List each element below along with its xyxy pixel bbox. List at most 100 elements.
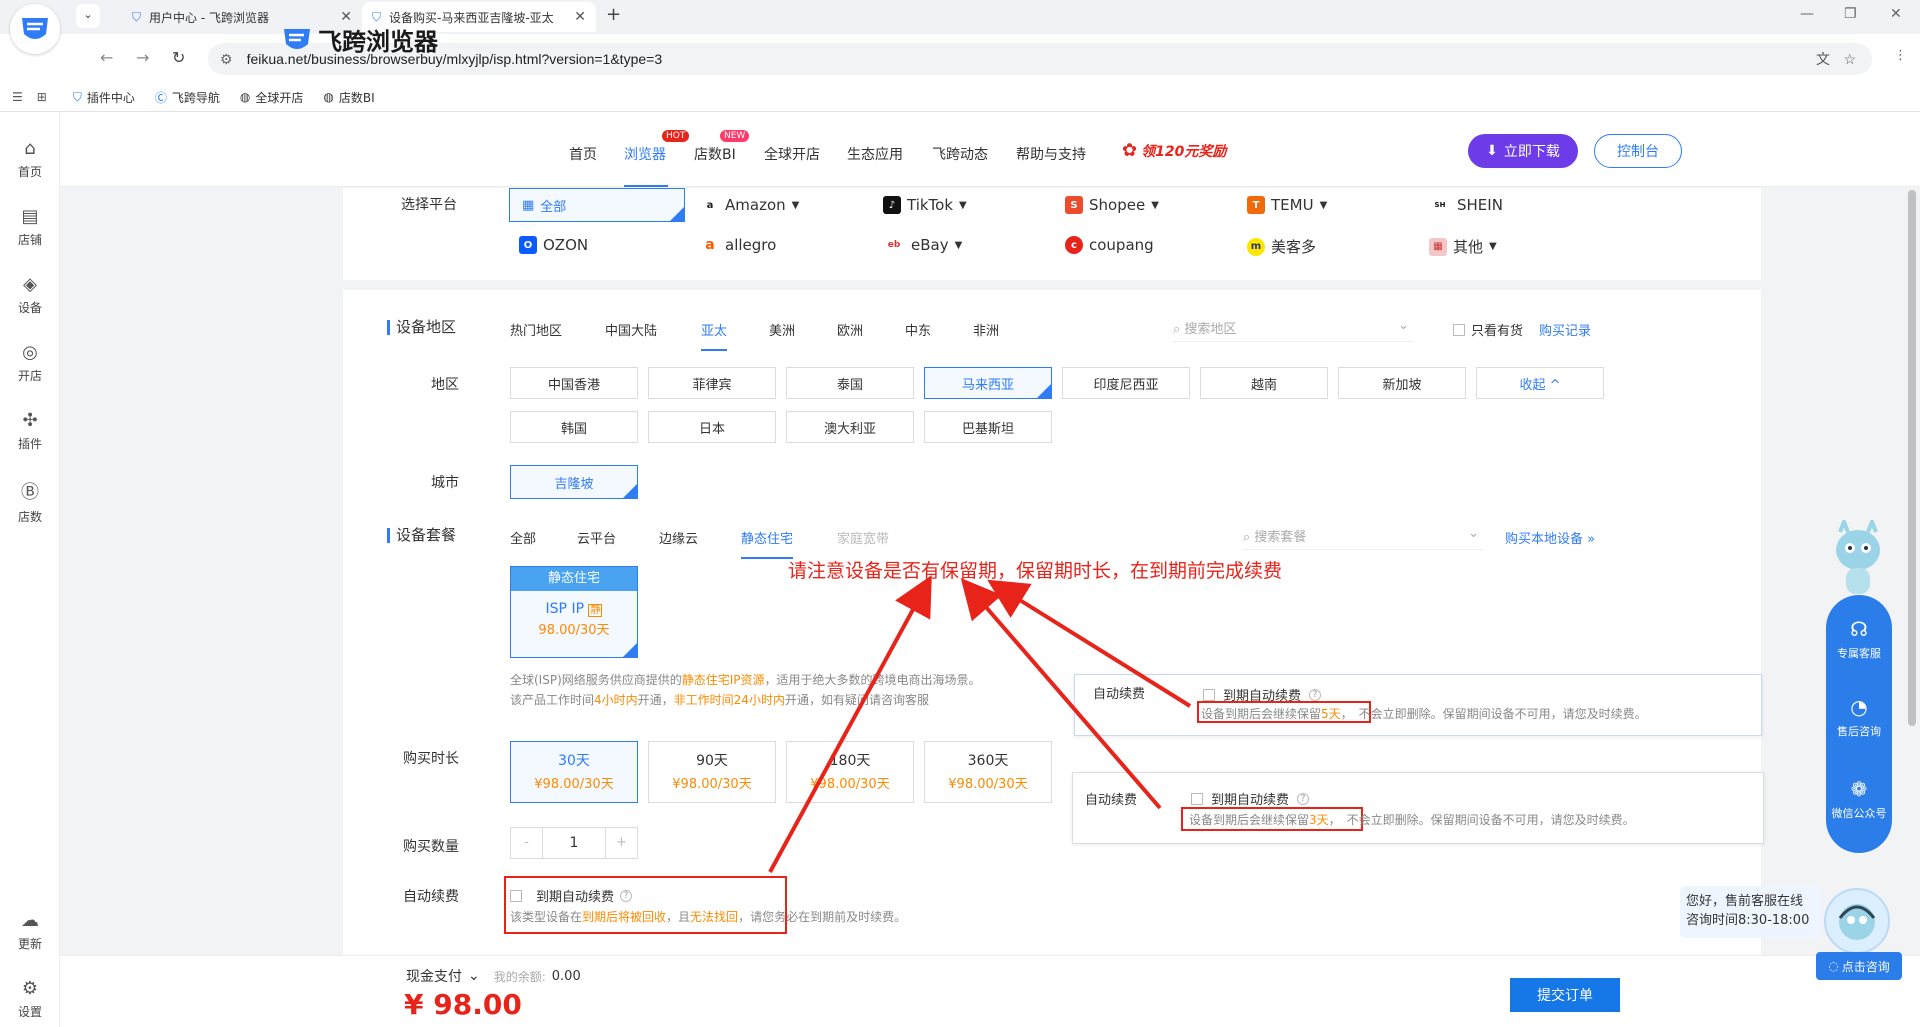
submit-order-button[interactable]: 提交订单 (1510, 978, 1620, 1012)
nav-bi[interactable]: 店数BI (694, 144, 736, 164)
platform-other[interactable]: ▦ 其他 ▼ (1429, 236, 1497, 257)
area-australia[interactable]: 澳大利亚 (786, 411, 914, 443)
collapse-button[interactable]: 收起 ^ (1476, 367, 1604, 399)
package-card-isp[interactable]: 静态住宅 ISP IP 静 98.00/30天 (510, 566, 638, 658)
package-tab-all[interactable]: 全部 (510, 528, 536, 547)
platform-shein[interactable]: SH SHEIN (1429, 196, 1503, 214)
platform-all[interactable]: ▦ 全部 (509, 188, 685, 222)
nav-home[interactable]: 首页 (569, 144, 597, 164)
autorenew-checkbox[interactable] (510, 889, 522, 902)
sidebar-item-open-store[interactable]: ◎ 开店 (0, 342, 60, 384)
nav-ecosystem[interactable]: 生态应用 (847, 144, 903, 164)
platform-ozon[interactable]: O OZON (519, 236, 588, 254)
translate-icon[interactable]: 文 (1816, 49, 1830, 69)
nav-browser[interactable]: 浏览器 (624, 144, 666, 164)
region-tab-africa[interactable]: 非洲 (973, 320, 999, 339)
popup-checkbox-row[interactable]: 到期自动续费? (1191, 789, 1310, 808)
region-tab-china[interactable]: 中国大陆 (605, 320, 657, 339)
platform-coupang[interactable]: c coupang (1065, 236, 1154, 254)
platform-mercado[interactable]: m 美客多 (1247, 236, 1316, 257)
region-tab-middle-east[interactable]: 中东 (905, 320, 931, 339)
quantity-plus-button[interactable]: + (605, 828, 637, 858)
quantity-input[interactable]: 1 (543, 828, 605, 858)
package-search-input[interactable]: ⌕ 搜索套餐 ⌄ (1243, 526, 1483, 550)
site-logo[interactable]: 飞跨浏览器 (282, 22, 438, 57)
area-philippines[interactable]: 菲律宾 (648, 367, 776, 399)
help-icon[interactable]: ? (620, 889, 633, 902)
sidebar-toggle-icon[interactable]: ☰ (12, 90, 23, 104)
promo-banner[interactable]: ✿ 领120元奖励 (1122, 140, 1226, 161)
area-malaysia[interactable]: 马来西亚 (924, 367, 1052, 399)
reload-icon[interactable]: ↻ (172, 48, 185, 67)
pay-method-select[interactable]: 现金支付 ⌄ 我的余额: 0.00 (406, 966, 581, 986)
purchase-history-link[interactable]: 购买记录 (1539, 320, 1591, 339)
consult-button[interactable]: ◌ 点击咨询 (1816, 952, 1902, 980)
platform-allegro[interactable]: a allegro (701, 236, 776, 254)
area-singapore[interactable]: 新加坡 (1338, 367, 1466, 399)
in-stock-checkbox[interactable] (1453, 323, 1465, 336)
package-tab-home-broadband[interactable]: 家庭宽带 (837, 528, 889, 547)
region-tab-apac[interactable]: 亚太 (701, 320, 728, 351)
download-button[interactable]: ⬇ 立即下载 (1468, 134, 1578, 168)
region-tab-europe[interactable]: 欧洲 (837, 320, 863, 339)
bookmark-star-icon[interactable]: ☆ (1843, 51, 1856, 68)
dedicated-service-button[interactable]: ☊ 专属客服 (1826, 617, 1892, 661)
autorenew-checkbox-row[interactable]: 到期自动续费 ? (510, 886, 633, 905)
bookmark-bi[interactable]: ◍ 店数BI (323, 89, 374, 106)
area-korea[interactable]: 韩国 (510, 411, 638, 443)
close-window-icon[interactable]: ✕ (1890, 6, 1902, 22)
site-info-icon[interactable]: ⚙ (220, 51, 233, 68)
new-tab-button[interactable]: + (606, 4, 621, 25)
popup-checkbox[interactable] (1191, 792, 1203, 805)
platform-ebay[interactable]: eb eBay ▼ (883, 236, 963, 254)
sidebar-item-device[interactable]: ◈ 设备 (0, 274, 60, 316)
in-stock-filter[interactable]: 只看有货 购买记录 (1453, 320, 1591, 339)
platform-amazon[interactable]: a Amazon ▼ (701, 196, 800, 214)
area-indonesia[interactable]: 印度尼西亚 (1062, 367, 1190, 399)
package-tab-cloud[interactable]: 云平台 (577, 528, 616, 547)
wechat-button[interactable]: ❁ 微信公众号 (1826, 777, 1892, 821)
back-icon[interactable]: ← (100, 48, 113, 67)
help-icon[interactable]: ? (1297, 792, 1310, 805)
package-tab-edge[interactable]: 边缘云 (659, 528, 698, 547)
duration-360[interactable]: 360天 ¥98.00/30天 (924, 741, 1052, 803)
nav-news[interactable]: 飞跨动态 (932, 144, 988, 164)
minimize-icon[interactable]: — (1800, 6, 1814, 22)
menu-icon[interactable]: ⋮ (1894, 48, 1907, 63)
package-tab-static-residential[interactable]: 静态住宅 (741, 528, 794, 559)
sidebar-item-update[interactable]: ☁ 更新 (0, 910, 60, 952)
bookmark-plugin-center[interactable]: ⛉ 插件中心 (73, 89, 135, 106)
help-icon[interactable]: ? (1309, 688, 1322, 701)
sidebar-item-bi[interactable]: Ⓑ 店数 (0, 478, 60, 525)
region-tab-america[interactable]: 美洲 (769, 320, 795, 339)
address-bar[interactable]: ⚙ feikua.net/business/browserbuy/mlxyjlp… (208, 43, 1872, 75)
close-tab-icon[interactable]: ✕ (574, 9, 586, 25)
page-scrollbar[interactable] (1908, 190, 1916, 726)
nav-global-store[interactable]: 全球开店 (764, 144, 820, 164)
sidebar-item-home[interactable]: ⌂ 首页 (0, 138, 60, 180)
bookmark-global-store[interactable]: ◍ 全球开店 (240, 89, 304, 106)
region-search-input[interactable]: ⌕ 搜索地区 ⌄ (1173, 318, 1413, 342)
buy-local-device-link[interactable]: 购买本地设备 » (1505, 528, 1595, 547)
console-button[interactable]: 控制台 (1594, 134, 1682, 168)
city-kuala-lumpur[interactable]: 吉隆坡 (510, 465, 638, 499)
forward-icon[interactable]: → (136, 48, 149, 67)
sidebar-item-plugins[interactable]: ✣ 插件 (0, 410, 60, 452)
duration-180[interactable]: 180天 ¥98.00/30天 (786, 741, 914, 803)
platform-temu[interactable]: T TEMU ▼ (1247, 196, 1327, 214)
bookmark-feikua-nav[interactable]: Ⓒ 飞跨导航 (155, 89, 220, 106)
popup-checkbox[interactable] (1203, 688, 1215, 701)
aftersales-button[interactable]: ◔ 售后咨询 (1826, 695, 1892, 739)
duration-30[interactable]: 30天 ¥98.00/30天 (510, 741, 638, 803)
area-japan[interactable]: 日本 (648, 411, 776, 443)
tab-list-dropdown[interactable]: ⌄ (76, 4, 100, 28)
apps-grid-icon[interactable]: ⊞ (37, 90, 47, 104)
nav-help[interactable]: 帮助与支持 (1016, 144, 1086, 164)
area-pakistan[interactable]: 巴基斯坦 (924, 411, 1052, 443)
duration-90[interactable]: 90天 ¥98.00/30天 (648, 741, 776, 803)
area-vietnam[interactable]: 越南 (1200, 367, 1328, 399)
restore-icon[interactable]: ❐ (1844, 6, 1857, 22)
area-hongkong[interactable]: 中国香港 (510, 367, 638, 399)
sidebar-item-shop[interactable]: ▤ 店铺 (0, 206, 60, 248)
region-tab-hot[interactable]: 热门地区 (510, 320, 562, 339)
